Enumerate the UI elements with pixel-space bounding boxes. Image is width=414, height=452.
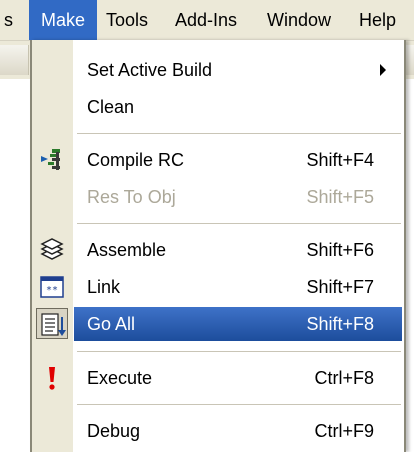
link-icon: ** [38,273,66,301]
exclamation-icon [38,364,66,392]
menu-item-assemble[interactable]: Assemble Shift+F6 [32,232,404,268]
menu-add-ins[interactable]: Add-Ins [175,0,237,40]
menu-separator [77,404,401,405]
menu-item-label: Debug [87,421,141,441]
menu-item-clean[interactable]: Clean [32,89,404,125]
menu-item-shortcut: Shift+F7 [306,277,374,297]
menu-item-set-active-build[interactable]: Set Active Build [32,52,404,88]
menu-item-label: Execute [87,368,153,388]
menu-make[interactable]: Make [29,0,97,40]
menu-separator [77,133,401,134]
menu-item-label: Compile RC [87,150,185,170]
svg-text:**: ** [46,285,58,296]
submenu-arrow-icon [380,64,386,76]
menu-item-label: Link [87,277,121,297]
menu-item-go-all[interactable]: Go All Shift+F8 [32,306,404,342]
assemble-icon [38,236,66,264]
menu-item-label: Assemble [87,240,167,260]
menu-item-compile-rc[interactable]: Compile RC Shift+F4 [32,142,404,178]
compile-rc-icon [38,146,66,174]
menu-item-shortcut: Shift+F8 [306,314,374,334]
make-menu-dropdown: Set Active Build Clean Compile RC Shift+… [30,40,406,452]
menu-item-link[interactable]: ** Link Shift+F7 [32,269,404,305]
menu-item-execute[interactable]: Execute Ctrl+F8 [32,360,404,396]
toolbar-button-partial[interactable] [406,45,414,75]
menu-window[interactable]: Window [267,0,331,40]
menu-item-shortcut: Ctrl+F9 [314,421,374,441]
menu-help[interactable]: Help [359,0,396,40]
menu-separator [77,223,401,224]
menu-item-res-to-obj: Res To Obj Shift+F5 [32,179,404,215]
go-all-icon [39,311,67,339]
menu-item-shortcut: Shift+F4 [306,150,374,170]
toolbar-button-partial[interactable] [0,45,29,75]
menu-item-label: Go All [87,314,136,334]
menu-item-label: Set Active Build [87,60,213,80]
menu-item-label: Res To Obj [87,187,176,207]
menu-item-shortcut: Shift+F5 [306,187,374,207]
application-window: s Make Tools Add-Ins Window Help Set Act… [0,0,414,452]
menu-item-label: Clean [87,97,135,117]
menu-tools[interactable]: Tools [106,0,148,40]
menu-item-shortcut: Shift+F6 [306,240,374,260]
menu-bar: s Make Tools Add-Ins Window Help [0,0,414,41]
menu-separator [77,351,401,352]
menu-item-shortcut: Ctrl+F8 [314,368,374,388]
menu-item-debug[interactable]: Debug Ctrl+F9 [32,413,404,449]
menu-s[interactable]: s [4,0,13,40]
